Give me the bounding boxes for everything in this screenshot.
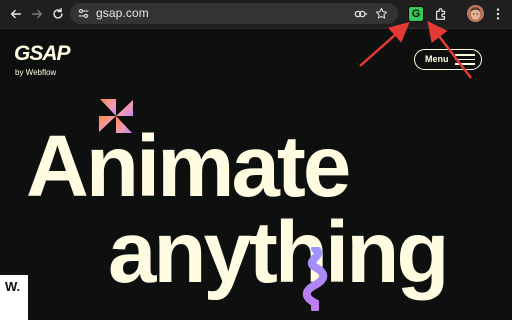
url-text[interactable]: gsap.com	[96, 6, 149, 21]
menu-button[interactable]: Menu	[414, 49, 482, 70]
forward-button[interactable]	[27, 4, 47, 24]
arrow-left-icon	[10, 9, 22, 19]
key-icon	[354, 10, 367, 17]
password-button[interactable]	[353, 6, 368, 21]
extensions-menu-button[interactable]	[433, 6, 449, 22]
reload-icon	[53, 8, 63, 19]
hamburger-icon	[455, 54, 475, 65]
puzzle-icon	[436, 8, 446, 20]
arrow-right-icon	[31, 9, 43, 19]
headline-line-1: Animate	[26, 118, 351, 215]
star-icon	[375, 7, 388, 19]
webflow-badge-letter: W.	[5, 279, 21, 294]
logo-subtitle[interactable]: by Webflow	[15, 68, 56, 78]
avatar-face-icon	[467, 5, 484, 22]
headline-line-2: anything	[108, 204, 449, 301]
webflow-badge[interactable]: W.	[0, 275, 28, 320]
gsap-logo[interactable]: GSAP	[14, 43, 71, 65]
reload-button[interactable]	[48, 4, 68, 24]
squiggle-shape	[302, 247, 328, 311]
site-info-button[interactable]	[76, 6, 91, 21]
bookmark-button[interactable]	[374, 6, 389, 21]
more-vertical-icon	[496, 8, 500, 20]
tune-icon	[78, 9, 89, 18]
gsap-extension-icon[interactable]: G	[408, 6, 424, 22]
browser-toolbar: gsap.com G	[0, 0, 512, 29]
profile-avatar[interactable]	[467, 5, 484, 22]
address-bar[interactable]: gsap.com	[70, 3, 398, 24]
web-page: GSAP by Webflow Menu Animate anything W.	[0, 29, 512, 320]
browser-menu-button[interactable]	[491, 5, 505, 23]
back-button[interactable]	[6, 4, 26, 24]
extension-letter: G	[411, 8, 421, 20]
menu-label: Menu	[425, 54, 449, 64]
